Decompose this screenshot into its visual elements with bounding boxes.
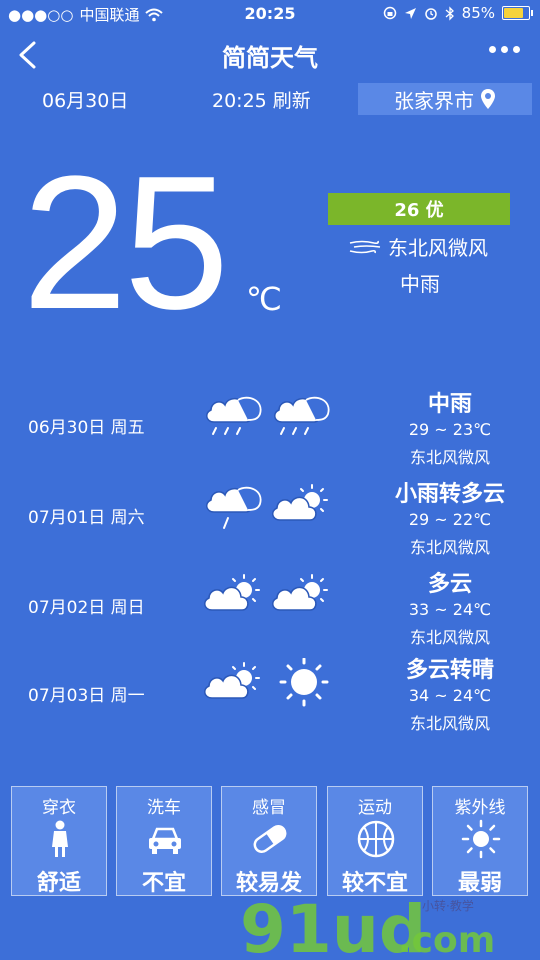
light-rain-icon: [205, 486, 262, 529]
forecast-row-2[interactable]: 07月02日 周日 多云 33 ~ 24℃ 东北风微风: [0, 560, 540, 648]
forecast-wind: 东北风微风: [409, 714, 490, 733]
bluetooth-icon: [445, 5, 454, 21]
forecast-temp: 33 ~ 24℃: [408, 600, 492, 619]
location-arrow-icon: [404, 7, 416, 19]
status-right: 85%: [383, 4, 533, 22]
dress-icon: [52, 820, 68, 857]
life-index-uv[interactable]: 紫外线 最弱: [432, 786, 528, 896]
forecast-row-0[interactable]: 06月30日 周五 中雨 29 ~ 23℃ 东北风微风: [0, 380, 540, 468]
tile-title: 感冒: [252, 798, 286, 818]
forecast-temp: 34 ~ 24℃: [408, 686, 492, 705]
aqi-badge[interactable]: 26 优: [328, 193, 510, 225]
battery-icon: [502, 6, 533, 20]
battery-fill: [504, 8, 523, 18]
life-index-cold[interactable]: 感冒 较易发: [221, 786, 317, 896]
forecast-date: 07月03日 周一: [28, 686, 145, 706]
forecast-row-3[interactable]: 07月03日 周一 多云转晴 34 ~ 24℃ 东北风微风: [0, 648, 540, 736]
partly-cloudy-icon: [203, 574, 260, 611]
sun-icon: [279, 658, 329, 707]
tile-title: 洗车: [147, 798, 181, 818]
watermark-logo: 91ud .com 小转·教学: [240, 891, 495, 960]
wind-icon: [349, 240, 381, 253]
status-bar: ●●●○○ 中国联通 20:25 85%: [0, 0, 540, 28]
rain-cloud-icon: [273, 396, 330, 435]
tile-title: 穿衣: [42, 798, 76, 818]
car-icon: [149, 827, 181, 854]
location-pin-icon: [481, 89, 495, 109]
forecast-wind: 东北风微风: [409, 628, 490, 647]
svg-text:.com: .com: [398, 920, 495, 960]
current-condition: 中雨: [400, 272, 440, 296]
forecast-condition: 多云转晴: [405, 658, 494, 683]
page-title: 简简天气: [222, 44, 318, 72]
current-wind: 东北风微风: [348, 232, 488, 261]
forecast-condition: 小雨转多云: [394, 482, 505, 507]
forecast-date: 06月30日 周五: [28, 418, 145, 438]
city-label: 张家界市: [394, 88, 474, 113]
partly-cloudy-icon: [203, 662, 260, 699]
current-wind-label: 东北风微风: [388, 236, 488, 260]
city-selector-button[interactable]: 张家界市: [358, 83, 532, 115]
current-temperature: 25: [22, 137, 229, 349]
sun-icon: [461, 819, 501, 859]
svg-text:小转·教学: 小转·教学: [422, 898, 474, 913]
tile-value: 舒适: [36, 871, 81, 896]
more-dot: [513, 46, 520, 53]
battery-percent: 85%: [461, 4, 495, 22]
forecast-row-1[interactable]: 07月01日 周六 小雨转多云 29 ~ 22℃ 东北风微风: [0, 470, 540, 558]
more-dot: [489, 46, 496, 53]
life-index-carwash[interactable]: 洗车 不宜: [116, 786, 212, 896]
life-index-sport[interactable]: 运动 较不宜: [327, 786, 423, 896]
alarm-icon: [424, 8, 437, 20]
tile-value: 不宜: [141, 871, 186, 896]
basketball-icon: [357, 820, 395, 858]
forecast-condition: 中雨: [427, 392, 472, 417]
more-menu-button[interactable]: [489, 46, 520, 53]
forecast-wind: 东北风微风: [409, 448, 490, 467]
life-index-dressing[interactable]: 穿衣 舒适: [11, 786, 107, 896]
rain-cloud-icon: [205, 396, 262, 435]
partly-cloudy-icon: [271, 484, 328, 521]
tile-title: 运动: [358, 798, 392, 818]
rotation-lock-icon: [383, 6, 396, 20]
refresh-time[interactable]: 20:25 刷新: [212, 86, 311, 113]
forecast-date: 07月02日 周日: [28, 598, 145, 618]
forecast-temp: 29 ~ 23℃: [408, 420, 492, 439]
forecast-wind: 东北风微风: [409, 538, 490, 557]
forecast-condition: 多云: [427, 572, 472, 597]
pill-icon: [253, 825, 287, 853]
current-date: 06月30日: [42, 90, 129, 112]
forecast-temp: 29 ~ 22℃: [408, 510, 492, 529]
forecast-date: 07月01日 周六: [28, 508, 145, 528]
tile-title: 紫外线: [454, 798, 506, 818]
more-dot: [501, 46, 508, 53]
partly-cloudy-icon: [271, 574, 328, 611]
